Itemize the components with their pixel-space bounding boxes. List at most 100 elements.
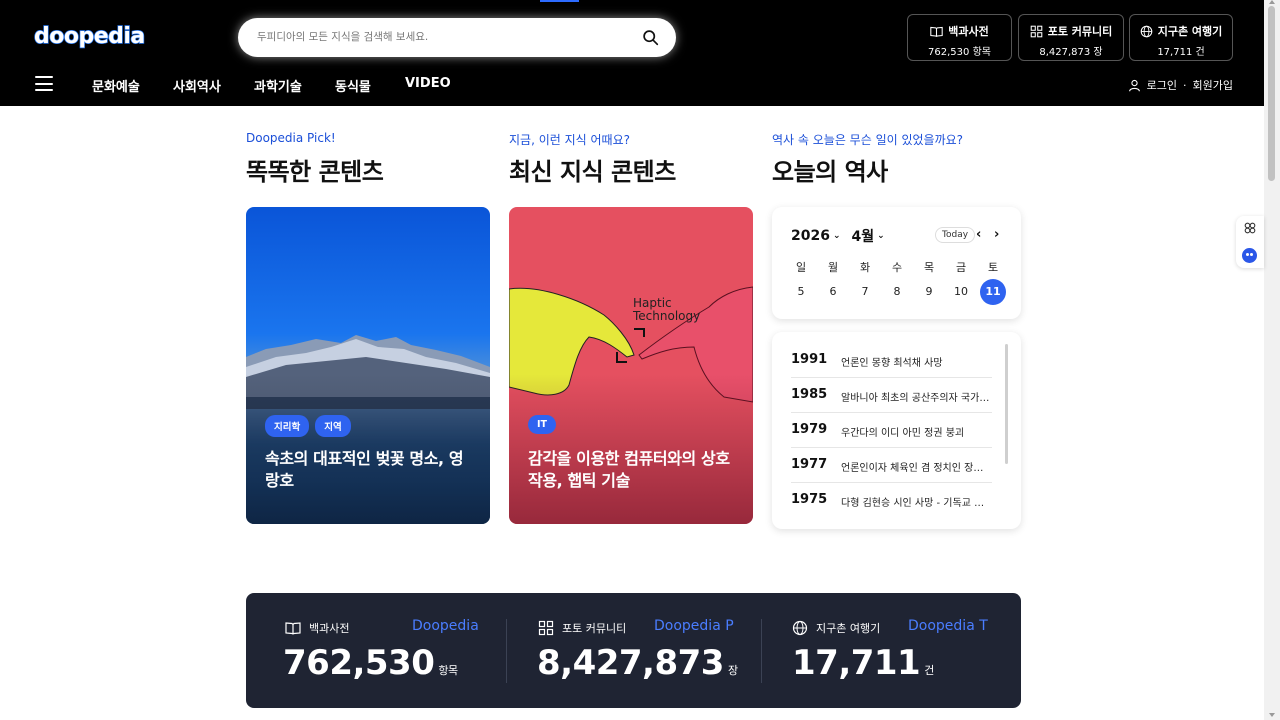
card-tags: IT (528, 415, 557, 434)
stat-title: 포토 커뮤니티 (1047, 25, 1113, 38)
nav-item-nature[interactable]: 동식물 (335, 76, 371, 95)
stats-unit: 장 (727, 664, 738, 677)
tag-badge[interactable]: 지역 (315, 415, 351, 437)
stat-title: 지구촌 여행기 (1157, 25, 1223, 38)
weekday-label: 월 (827, 261, 839, 274)
stats-label: 지구촌 여행기 (792, 620, 880, 636)
stats-label-text: 지구촌 여행기 (816, 622, 881, 635)
calendar-day[interactable]: 6 (820, 279, 846, 305)
history-scrollbar[interactable] (1005, 344, 1008, 464)
nav-item-history[interactable]: 사회역사 (173, 76, 221, 95)
auth-links: 로그인 · 회원가입 (1128, 77, 1233, 93)
section-subtitle: Doopedia Pick! (246, 131, 336, 145)
nav-item-science[interactable]: 과학기술 (254, 76, 302, 95)
search-bar[interactable] (238, 18, 676, 57)
history-row[interactable]: 1985 알바니아 최초의 공산주의자 국가… (791, 378, 992, 413)
history-year: 1991 (791, 352, 828, 367)
top-accent-bar (540, 0, 579, 2)
calendar-day-selected[interactable]: 11 (980, 279, 1006, 305)
calendar-year[interactable]: 2026 (791, 228, 830, 244)
stats-unit: 건 (924, 664, 934, 677)
section-subtitle: 지금, 이런 지식 어때요? (509, 133, 630, 147)
book-icon (930, 26, 943, 37)
stats-number-value: 17,711 (792, 643, 921, 683)
site-logo[interactable]: doopedia (33, 23, 146, 49)
history-year: 1985 (791, 387, 828, 402)
book-icon (285, 622, 301, 635)
stats-number: 17,711 건 (792, 643, 934, 683)
chevron-down-icon[interactable]: ⌄ (833, 231, 841, 241)
calendar-day[interactable]: 9 (916, 279, 942, 305)
weekday-label: 토 (987, 261, 999, 274)
history-row[interactable]: 1975 다형 김현승 시인 사망 - 기독교 정… (791, 483, 992, 518)
site-header: doopedia 백과사전 762,530 항목 포토 커뮤니티 8,427,8… (0, 0, 1264, 106)
page-scrollbar[interactable] (1264, 0, 1280, 720)
today-button[interactable]: Today (935, 227, 976, 243)
nav-item-video[interactable]: VIDEO (405, 76, 451, 91)
stats-brand: Doopedia P (654, 618, 734, 634)
section-title: 오늘의 역사 (772, 158, 888, 186)
stats-cell-travel[interactable]: 지구촌 여행기 Doopedia T 17,711 건 (762, 593, 1021, 708)
chevron-right-icon[interactable]: › (994, 227, 999, 242)
link-icon[interactable] (1244, 222, 1256, 234)
history-year: 1975 (791, 492, 828, 507)
calendar-day[interactable]: 5 (788, 279, 814, 305)
calendar-day[interactable]: 8 (884, 279, 910, 305)
stats-brand: Doopedia T (908, 618, 988, 634)
history-event: 다형 김현승 시인 사망 - 기독교 정… (841, 498, 991, 509)
stats-number: 762,530 항목 (283, 643, 458, 683)
floating-side-tools (1236, 216, 1264, 268)
main-nav: 문화예술 사회역사 과학기술 동식물 VIDEO 로그인 · 회원가입 (0, 70, 1264, 100)
calendar-month[interactable]: 4월 (852, 226, 875, 246)
stat-value: 762,530 항목 (928, 47, 991, 58)
stats-unit: 항목 (438, 664, 458, 677)
section-title: 최신 지식 콘텐츠 (509, 158, 676, 186)
history-calendar: 2026 ⌄ 4월 ⌄ Today ‹ › 일 월 화 수 목 금 토 5 6 7 … (772, 207, 1021, 319)
weekday-label: 일 (795, 261, 807, 274)
history-row[interactable]: 1977 언론인이자 체육인 겸 정치인 장기… (791, 448, 992, 483)
content-card-yeongnangho[interactable]: 지리학 지역 속초의 대표적인 벚꽃 명소, 영랑호 (246, 207, 490, 524)
stat-box-photo[interactable]: 포토 커뮤니티 8,427,873 장 (1018, 14, 1124, 61)
nav-item-culture[interactable]: 문화예술 (92, 76, 140, 95)
search-input[interactable] (257, 27, 637, 47)
stat-box-encyclopedia[interactable]: 백과사전 762,530 항목 (907, 14, 1012, 61)
stats-label: 포토 커뮤니티 (538, 620, 626, 636)
calendar-day[interactable]: 7 (852, 279, 878, 305)
card-title: 감각을 이용한 컴퓨터와의 상호작용, 햅틱 기술 (528, 449, 730, 490)
stat-title: 백과사전 (948, 25, 989, 38)
stat-value: 17,711 건 (1157, 47, 1205, 58)
history-row[interactable]: 1979 우간다의 이디 아민 정권 붕괴 (791, 413, 992, 448)
section-title: 똑똑한 콘텐츠 (246, 158, 384, 186)
tag-badge[interactable]: 지리학 (265, 415, 310, 437)
login-link[interactable]: 로그인 (1147, 77, 1177, 93)
stats-cell-photo[interactable]: 포토 커뮤니티 Doopedia P 8,427,873 장 (507, 593, 761, 708)
weekday-label: 화 (859, 261, 871, 274)
auth-separator: · (1183, 78, 1187, 92)
scroll-up-arrow-icon[interactable] (1269, 0, 1275, 4)
card-tags: 지리학 지역 (265, 415, 351, 437)
stats-cell-encyclopedia[interactable]: 백과사전 Doopedia 762,530 항목 (246, 593, 506, 708)
hamburger-menu-icon[interactable] (35, 76, 53, 91)
scroll-down-arrow-icon[interactable] (1269, 713, 1275, 717)
chevron-down-icon[interactable]: ⌄ (877, 231, 885, 241)
weekday-label: 금 (955, 261, 967, 274)
haptic-text: Haptic (633, 296, 672, 310)
scrollbar-thumb[interactable] (1268, 6, 1275, 181)
signup-link[interactable]: 회원가입 (1193, 77, 1233, 93)
chevron-left-icon[interactable]: ‹ (976, 227, 981, 242)
tag-badge[interactable]: IT (528, 415, 557, 434)
calendar-day[interactable]: 10 (948, 279, 974, 305)
stats-number-value: 762,530 (283, 643, 435, 683)
weekday-label: 목 (923, 261, 935, 274)
card-title: 속초의 대표적인 벚꽃 명소, 영랑호 (265, 449, 464, 490)
history-year: 1979 (791, 422, 828, 437)
content-card-haptic[interactable]: Haptic Technology IT 감각을 이용한 컴퓨터와의 상호작용,… (509, 207, 753, 524)
history-event: 언론인이자 체육인 겸 정치인 장기… (841, 463, 991, 474)
history-row[interactable]: 1991 언론인 몽향 최석채 사망 (791, 343, 992, 378)
chatbot-icon[interactable] (1242, 248, 1257, 263)
grid-icon (1030, 25, 1043, 37)
search-icon[interactable] (642, 29, 659, 46)
stat-box-travel[interactable]: 지구촌 여행기 17,711 건 (1129, 14, 1233, 61)
globe-icon (792, 620, 808, 636)
section-subtitle: 역사 속 오늘은 무슨 일이 있었을까요? (772, 133, 964, 147)
